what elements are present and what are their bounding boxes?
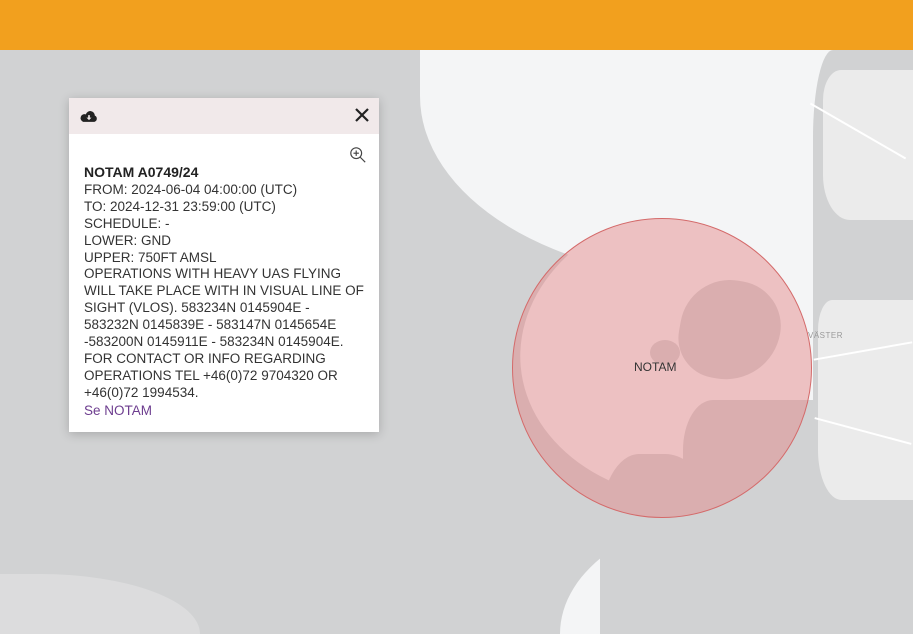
popup-header (69, 98, 379, 134)
popup-notam-link[interactable]: Se NOTAM (84, 403, 152, 418)
cloud-download-icon[interactable] (79, 108, 99, 124)
popup-schedule: SCHEDULE: - (84, 216, 364, 233)
map-canvas[interactable]: VÄSTER NOTAM (0, 50, 913, 634)
urban-shape (823, 70, 913, 220)
urban-shape (818, 300, 913, 500)
notam-zone-label: NOTAM (634, 360, 676, 374)
popup-to: TO: 2024-12-31 23:59:00 (UTC) (84, 199, 364, 216)
popup-upper: UPPER: 750FT AMSL (84, 250, 364, 267)
popup-lower: LOWER: GND (84, 233, 364, 250)
popup-title: NOTAM A0749/24 (84, 164, 364, 180)
top-bar (0, 0, 913, 50)
notam-popup: NOTAM A0749/24 FROM: 2024-06-04 04:00:00… (69, 98, 379, 432)
popup-body: NOTAM A0749/24 FROM: 2024-06-04 04:00:00… (69, 134, 379, 432)
zoom-in-icon[interactable] (349, 146, 367, 169)
map-city-label: VÄSTER (808, 331, 843, 340)
popup-from: FROM: 2024-06-04 04:00:00 (UTC) (84, 182, 364, 199)
close-icon[interactable] (355, 107, 369, 125)
popup-description: OPERATIONS WITH HEAVY UAS FLYING WILL TA… (84, 266, 364, 401)
water-shape (0, 574, 200, 634)
